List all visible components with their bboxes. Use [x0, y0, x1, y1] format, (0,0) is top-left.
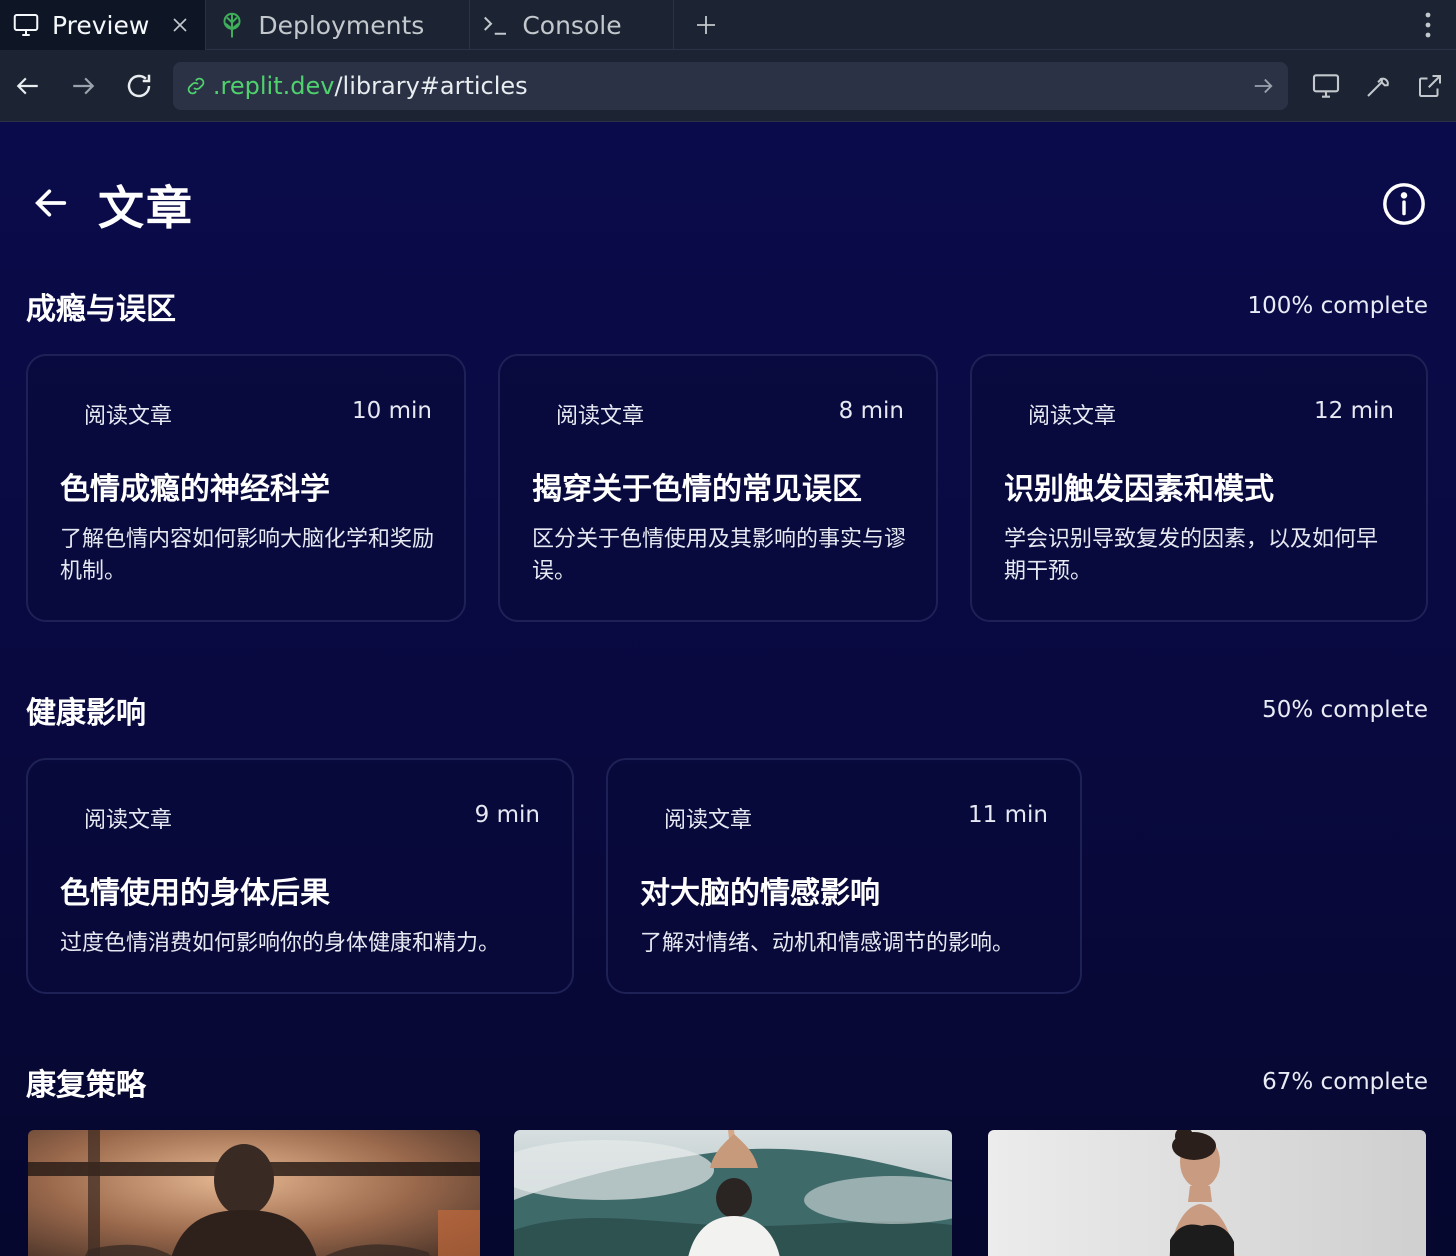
article-description: 了解对情绪、动机和情感调节的影响。: [640, 931, 1015, 956]
article-kind: 阅读文章: [84, 404, 173, 429]
meditation-image-card[interactable]: [28, 1130, 480, 1256]
article-description: 学会识别导致复发的因素，以及如何早期干预。: [1004, 527, 1379, 584]
article-title: 对大脑的情感影响: [640, 876, 880, 911]
read-time: 10 min: [352, 398, 432, 424]
browser-url-bar: .replit.dev/library#articles: [0, 50, 1456, 122]
read-time: 12 min: [1314, 398, 1394, 424]
yoga-pose-photo: [988, 1130, 1426, 1256]
more-vertical-icon[interactable]: [1400, 0, 1456, 49]
article-card[interactable]: 阅读文章 8 min 揭穿关于色情的常见误区 区分关于色情使用及其影响的事实与谬…: [498, 354, 938, 622]
read-time: 9 min: [474, 802, 540, 828]
article-kind: 阅读文章: [556, 404, 645, 429]
yoga-mountain-photo: [514, 1130, 952, 1256]
page-title: 文章: [98, 181, 194, 235]
browser-tab-bar: Preview Deployments Console: [0, 0, 1456, 50]
section-progress: 50% complete: [1262, 697, 1428, 723]
article-kind: 阅读文章: [664, 808, 753, 833]
tab-deployments[interactable]: Deployments: [206, 0, 471, 50]
section-header: 成瘾与误区 100% complete: [26, 284, 1428, 328]
article-card[interactable]: 阅读文章 11 min 对大脑的情感影响 了解对情绪、动机和情感调节的影响。: [606, 758, 1082, 994]
section-title: 成瘾与误区: [26, 292, 176, 327]
url-path: /library#articles: [334, 71, 528, 100]
article-kind: 阅读文章: [1028, 404, 1117, 429]
link-icon: [181, 71, 211, 101]
section-progress: 67% complete: [1262, 1069, 1428, 1095]
back-arrow-icon[interactable]: [0, 58, 56, 114]
back-button[interactable]: [26, 178, 76, 228]
article-card[interactable]: 阅读文章 9 min 色情使用的身体后果 过度色情消费如何影响你的身体健康和精力…: [26, 758, 574, 994]
article-title: 识别触发因素和模式: [1004, 472, 1274, 507]
wrench-icon[interactable]: [1352, 58, 1404, 114]
new-tab-button[interactable]: [674, 0, 738, 49]
deployments-icon: [214, 7, 250, 43]
terminal-icon: [478, 7, 514, 43]
article-card[interactable]: 阅读文章 12 min 识别触发因素和模式 学会识别导致复发的因素，以及如何早期…: [970, 354, 1428, 622]
tab-label: Console: [522, 10, 622, 40]
external-link-icon[interactable]: [1404, 58, 1456, 114]
article-title: 色情成瘾的神经科学: [60, 472, 330, 507]
page-header: 文章: [0, 122, 1456, 282]
tab-label: Deployments: [258, 10, 425, 40]
section-header: 康复策略 67% complete: [26, 1060, 1428, 1104]
section-header: 健康影响 50% complete: [26, 688, 1428, 732]
articles-page: 文章 成瘾与误区 100% complete 阅读文章 10 min 色情成瘾的…: [0, 122, 1456, 1256]
read-time: 8 min: [838, 398, 904, 424]
article-title: 色情使用的身体后果: [60, 876, 330, 911]
article-description: 区分关于色情使用及其影响的事实与谬误。: [532, 527, 907, 584]
article-description: 了解色情内容如何影响大脑化学和奖励机制。: [60, 527, 435, 584]
article-title: 揭穿关于色情的常见误区: [532, 472, 862, 507]
forward-arrow-icon[interactable]: [56, 58, 112, 114]
info-icon[interactable]: [1380, 180, 1428, 228]
section-title: 康复策略: [26, 1068, 146, 1103]
devices-icon[interactable]: [1300, 58, 1352, 114]
reload-icon[interactable]: [111, 58, 167, 114]
meditation-photo: [28, 1130, 480, 1256]
yoga-mountain-image-card[interactable]: [514, 1130, 952, 1256]
tab-bar-spacer: [738, 0, 1400, 49]
url-host: .replit.dev: [212, 71, 335, 100]
article-card[interactable]: 阅读文章 10 min 色情成瘾的神经科学 了解色情内容如何影响大脑化学和奖励机…: [26, 354, 466, 622]
read-time: 11 min: [968, 802, 1048, 828]
tab-preview[interactable]: Preview: [0, 0, 207, 50]
yoga-pose-image-card[interactable]: [988, 1130, 1426, 1256]
section-progress: 100% complete: [1247, 293, 1429, 319]
monitor-icon: [8, 7, 44, 43]
section-title: 健康影响: [26, 696, 146, 731]
close-icon[interactable]: [169, 14, 191, 36]
article-description: 过度色情消费如何影响你的身体健康和精力。: [60, 931, 501, 956]
tab-console[interactable]: Console: [470, 0, 675, 50]
go-arrow-icon[interactable]: [1246, 69, 1280, 103]
url-input[interactable]: .replit.dev/library#articles: [172, 61, 1288, 110]
tab-label: Preview: [52, 10, 150, 40]
article-kind: 阅读文章: [84, 808, 173, 833]
